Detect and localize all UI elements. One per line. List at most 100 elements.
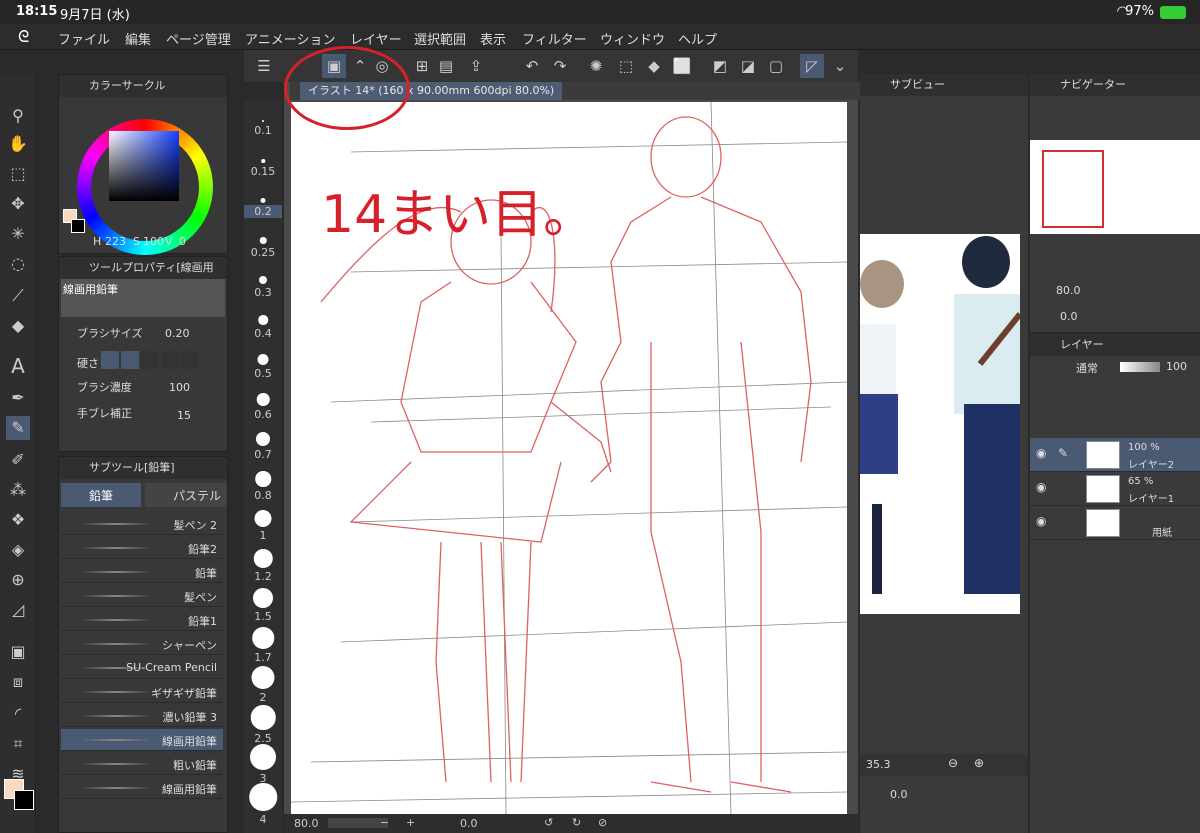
show-selection-icon[interactable]: ▢: [764, 54, 788, 78]
navigator-view-rect[interactable]: [1042, 150, 1104, 228]
open-file-icon[interactable]: ▤: [434, 54, 458, 78]
move-tool-icon[interactable]: ✥: [6, 192, 30, 216]
eye-icon[interactable]: ◉: [1036, 446, 1046, 460]
navigator-preview[interactable]: [1030, 140, 1200, 234]
layer-opacity[interactable]: 100: [1166, 360, 1187, 373]
brush-size-label[interactable]: 2: [244, 691, 282, 704]
brush-item[interactable]: 髪ペン 2: [61, 513, 223, 535]
new-file-icon[interactable]: ⊞: [410, 54, 434, 78]
deselect-icon[interactable]: ◩: [708, 54, 732, 78]
menu-page[interactable]: ページ管理: [166, 29, 231, 48]
brush-size-dot[interactable]: [256, 393, 270, 406]
brush-size-label[interactable]: 0.15: [244, 165, 282, 178]
hardness-level-3[interactable]: [141, 351, 159, 369]
brush-size-dot[interactable]: [249, 783, 277, 811]
export-icon[interactable]: ⇪: [464, 54, 488, 78]
brush-size-label[interactable]: 0.2: [244, 205, 282, 218]
figure-tool-icon[interactable]: ⊕: [6, 568, 30, 592]
clear-icon[interactable]: ⬚: [614, 54, 638, 78]
navigator-zoom[interactable]: 80.0: [1056, 284, 1081, 297]
eye-icon[interactable]: ◉: [1036, 514, 1046, 528]
brush-size-dot[interactable]: [262, 120, 264, 122]
brush-size-label[interactable]: 0.3: [244, 286, 282, 299]
zoom-tool-icon[interactable]: ⚲: [6, 104, 30, 128]
saturation-value-square[interactable]: [109, 131, 179, 201]
balloon-icon[interactable]: ⌗: [6, 732, 30, 756]
menu-edit[interactable]: 編集: [125, 29, 151, 48]
menu-file[interactable]: ファイル: [58, 29, 110, 48]
subview-zoom-in-icon[interactable]: ⊕: [974, 756, 984, 770]
menu-filter[interactable]: フィルター: [522, 29, 587, 48]
brush-size-label[interactable]: 4: [244, 813, 282, 826]
brush-size-dot[interactable]: [253, 549, 273, 568]
brush-size-label[interactable]: 1.2: [244, 570, 282, 583]
brush-size-dot[interactable]: [258, 315, 268, 325]
line-icon[interactable]: ◜: [6, 702, 30, 726]
brush-size-dot[interactable]: [253, 588, 273, 608]
zoom-in-icon[interactable]: +: [406, 816, 415, 829]
brush-item[interactable]: シャーペン: [61, 633, 223, 655]
lasso-icon[interactable]: ◌: [6, 252, 30, 276]
auto-select-icon[interactable]: ✳: [6, 222, 30, 246]
brush-size-dot[interactable]: [261, 159, 265, 163]
zoom-slider[interactable]: [328, 818, 388, 828]
density-value[interactable]: 100: [169, 381, 190, 394]
brush-size-value[interactable]: 0.20: [165, 327, 190, 340]
eyedropper-icon[interactable]: ⟋: [6, 284, 30, 308]
brush-size-label[interactable]: 0.5: [244, 367, 282, 380]
airbrush-icon[interactable]: ⁂: [6, 478, 30, 502]
undo-icon[interactable]: ↶: [520, 54, 544, 78]
brush-item[interactable]: 粗い鉛筆: [61, 753, 223, 775]
rotate-right-icon[interactable]: ↻: [572, 816, 581, 829]
menu-animation[interactable]: アニメーション: [245, 29, 335, 48]
brush-size-label[interactable]: 0.4: [244, 327, 282, 340]
blend-mode-select[interactable]: 通常: [1076, 360, 1112, 378]
pen-tool-icon[interactable]: ✒: [6, 386, 30, 410]
layer-row[interactable]: ◉ 用紙: [1030, 506, 1200, 540]
brush-size-label[interactable]: 0.25: [244, 246, 282, 259]
frame-icon[interactable]: ⧈: [6, 670, 30, 694]
hardness-level-5[interactable]: [181, 351, 199, 369]
brush-item[interactable]: 鉛筆2: [61, 537, 223, 559]
subview-angle[interactable]: 0.0: [890, 788, 908, 801]
canvas-zoom[interactable]: 80.0: [294, 817, 319, 830]
brush-size-dot[interactable]: [260, 198, 266, 203]
brush-size-label[interactable]: 1.7: [244, 651, 282, 664]
decoration-icon[interactable]: ❖: [6, 508, 30, 532]
brush-size-dot[interactable]: [259, 276, 267, 284]
brush-size-label[interactable]: 0.1: [244, 124, 282, 137]
tab-pencil[interactable]: 鉛筆: [61, 483, 141, 507]
rotate-left-icon[interactable]: ↺: [544, 816, 553, 829]
menu-window[interactable]: ウィンドウ: [600, 29, 665, 48]
brush-item[interactable]: 鉛筆1: [61, 609, 223, 631]
ruler-tool-icon[interactable]: ◿: [6, 598, 30, 622]
drawing-canvas[interactable]: 14まい目。: [291, 102, 847, 814]
brush-item[interactable]: 線画用鉛筆: [61, 777, 223, 799]
brush-item[interactable]: 髪ペン: [61, 585, 223, 607]
reference-image[interactable]: [860, 234, 1023, 614]
menu-layer[interactable]: レイヤー: [350, 29, 402, 48]
text-tool-icon[interactable]: A: [6, 354, 30, 378]
loading-icon[interactable]: ✺: [584, 54, 608, 78]
hardness-level-1[interactable]: [101, 351, 119, 369]
brush-size-dot[interactable]: [250, 705, 276, 730]
layer-row[interactable]: ◉ ✎ 100 % レイヤー2: [1030, 438, 1200, 472]
brush-size-label[interactable]: 0.6: [244, 408, 282, 421]
menu-icon[interactable]: ☰: [252, 54, 276, 78]
menu-help[interactable]: ヘルプ: [678, 29, 717, 48]
brush-size-dot[interactable]: [250, 744, 276, 770]
sub-color-swatch[interactable]: [14, 790, 34, 810]
eraser-icon[interactable]: ◈: [6, 538, 30, 562]
brush-size-dot[interactable]: [257, 354, 269, 365]
hardness-level-2[interactable]: [121, 351, 139, 369]
brush-size-dot[interactable]: [252, 627, 274, 649]
snap-ruler-icon[interactable]: ◸: [800, 54, 824, 78]
brush-item[interactable]: ギザギザ鉛筆: [61, 681, 223, 703]
eye-icon[interactable]: ◉: [1036, 480, 1046, 494]
hand-tool-icon[interactable]: ✋: [6, 132, 30, 156]
opacity-slider[interactable]: [1120, 362, 1160, 372]
brush-size-dot[interactable]: [255, 471, 271, 487]
brush-size-dot[interactable]: [251, 666, 275, 689]
brush-size-dot[interactable]: [256, 432, 270, 446]
brush-size-label[interactable]: 1.5: [244, 610, 282, 623]
